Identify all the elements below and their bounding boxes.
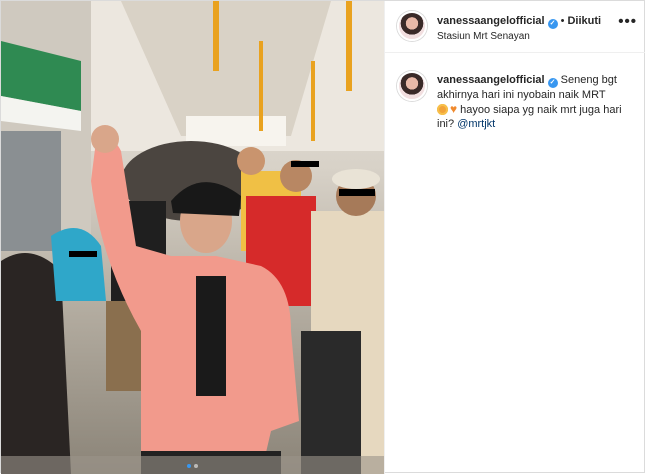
location-link[interactable]: Stasiun Mrt Senayan	[437, 31, 530, 42]
handrail-pole	[213, 1, 219, 71]
privacy-bar	[291, 161, 319, 167]
train-interior-illustration	[1, 1, 384, 474]
instagram-post: vanessaangelofficial ✓ • Diikuti Stasiun Mr…	[0, 0, 645, 474]
privacy-bar	[69, 251, 97, 257]
caption-text: vanessaangelofficial ✓ Seneng bgt akhirny…	[437, 73, 637, 131]
carousel-dot[interactable]	[194, 464, 198, 468]
separator-dot: •	[560, 15, 565, 27]
following-button[interactable]: Diikuti	[567, 15, 601, 27]
verified-badge-icon: ✓	[547, 19, 558, 29]
star-struck-emoji-icon	[437, 104, 448, 115]
mention-link[interactable]: @mrtjkt	[457, 118, 495, 130]
username-link[interactable]: vanessaangelofficial	[437, 15, 545, 27]
caption-username-link[interactable]: vanessaangelofficial	[437, 74, 545, 86]
avatar[interactable]	[397, 71, 427, 101]
post-header: vanessaangelofficial ✓ • Diikuti Stasiun Mr…	[385, 1, 645, 53]
handrail-pole	[311, 61, 315, 141]
privacy-bar	[339, 189, 375, 196]
header-user-line: vanessaangelofficial ✓ • Diikuti	[437, 15, 601, 29]
carousel-dot-active[interactable]	[187, 464, 191, 468]
passenger-hijab-blue	[51, 228, 106, 301]
carousel-indicator	[1, 464, 384, 468]
post-photo[interactable]	[1, 1, 384, 474]
orange-heart-emoji-icon: ♥	[450, 102, 458, 116]
passenger-pants	[301, 331, 361, 474]
verified-badge-icon: ✓	[547, 78, 558, 88]
handrail-pole	[259, 41, 263, 131]
avatar[interactable]	[397, 11, 427, 41]
more-options-icon[interactable]: •••	[618, 13, 637, 30]
subject-black-top	[196, 276, 226, 396]
passenger-head	[237, 147, 265, 175]
subject-raised-hand	[91, 125, 119, 153]
handrail-pole	[346, 1, 352, 91]
post-sidebar: vanessaangelofficial ✓ • Diikuti Stasiun Mr…	[384, 1, 645, 474]
passenger-cap	[332, 169, 380, 189]
train-door-window	[1, 131, 61, 251]
